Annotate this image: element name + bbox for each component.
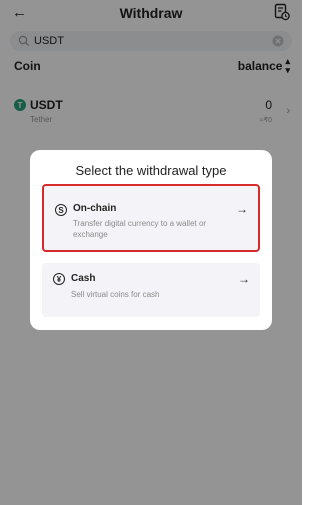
- cash-icon: ¥: [53, 273, 65, 285]
- arrow-right-icon: →: [238, 272, 250, 286]
- withdrawal-type-dialog: Select the withdrawal type S On-chain Tr…: [30, 150, 272, 330]
- cash-option[interactable]: ¥ Cash Sell virtual coins for cash →: [42, 263, 260, 317]
- option-description: Sell virtual coins for cash: [71, 290, 160, 299]
- option-title: On-chain: [73, 203, 117, 214]
- on-chain-option[interactable]: S On-chain Transfer digital currency to …: [42, 184, 260, 252]
- withdraw-screen: ← Withdraw Coin balance ▴▾ T USDT: [0, 0, 302, 505]
- option-title: Cash: [71, 273, 96, 284]
- arrow-right-icon: →: [236, 202, 248, 216]
- coin-transfer-icon: S: [55, 204, 67, 216]
- option-description: Transfer digital currency to a wallet or…: [73, 219, 207, 239]
- dialog-title: Select the withdrawal type: [75, 163, 227, 178]
